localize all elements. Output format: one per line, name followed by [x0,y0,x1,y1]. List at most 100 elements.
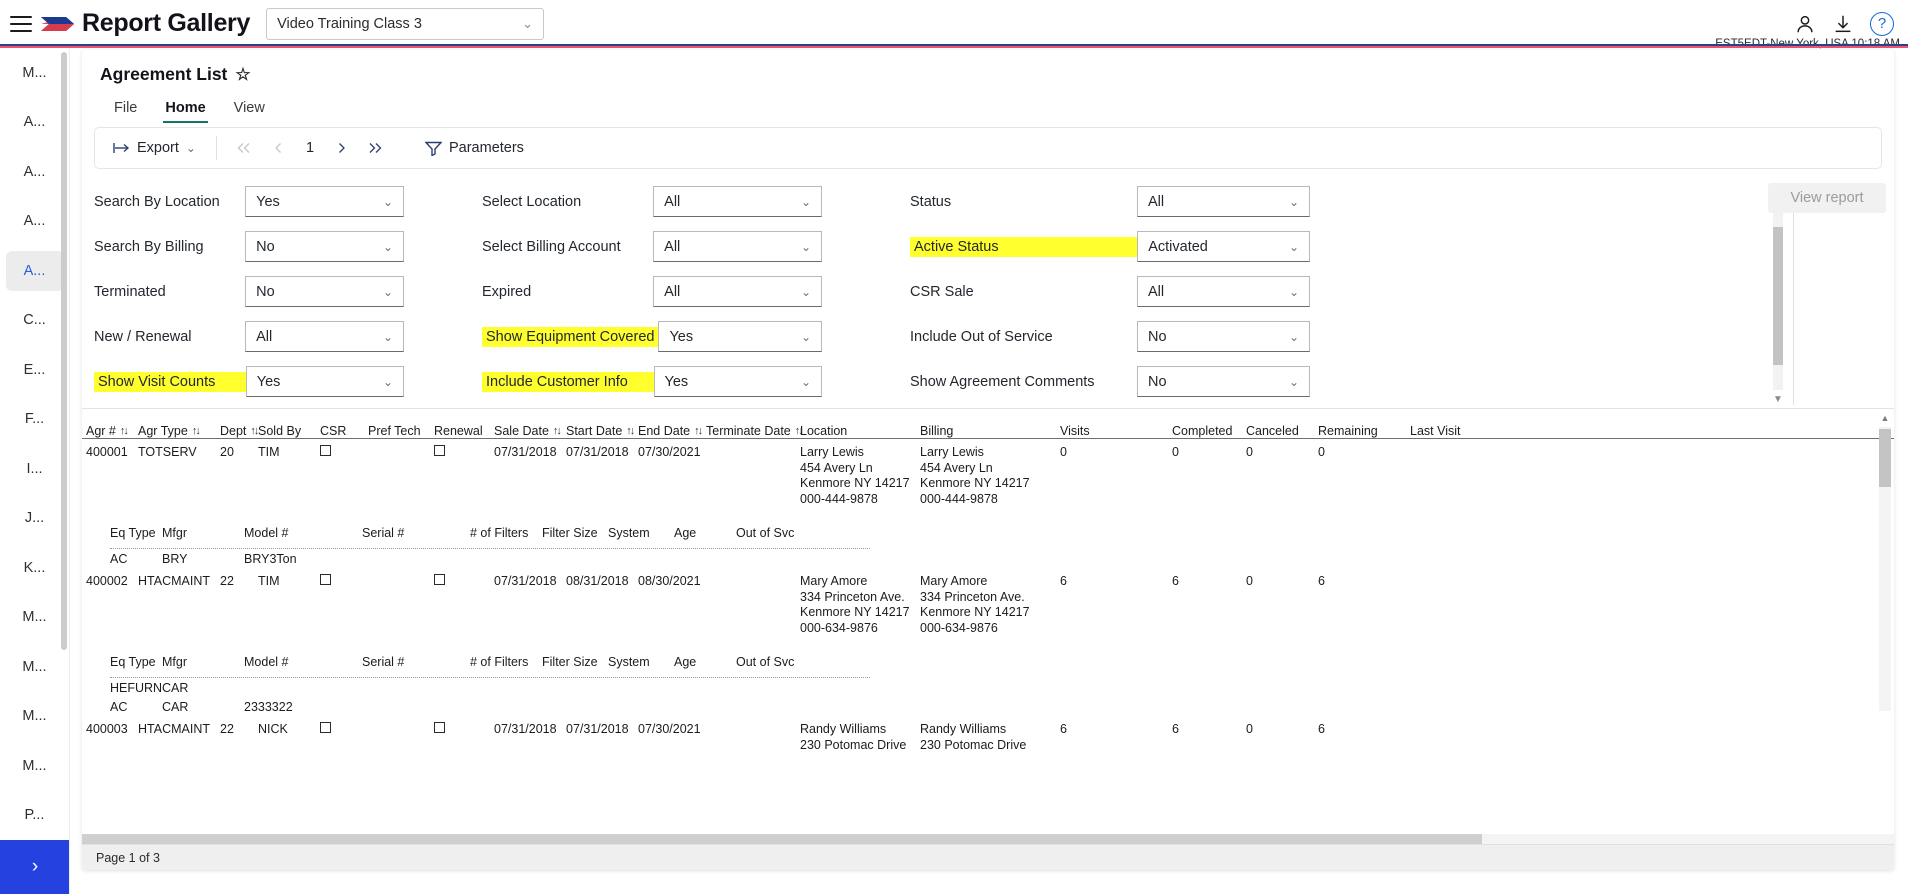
parameter-select[interactable]: Activated ⌄ [1137,231,1310,262]
page-number-input[interactable]: 1 [295,140,325,156]
class-selector[interactable]: Video Training Class 3 ⌄ [266,7,545,40]
export-button[interactable]: Export ⌄ [103,133,206,163]
toolbar-divider [215,136,217,160]
help-icon[interactable]: ? [1870,11,1894,36]
sidebar-expand-button[interactable]: › [0,840,69,894]
user-account-icon[interactable] [1794,13,1816,35]
parameters-scrollbar[interactable]: ▲ ▼ [1770,181,1786,406]
parameter-select[interactable]: All ⌄ [653,186,822,217]
tab-home[interactable]: Home [151,97,219,123]
sidebar-item-10[interactable]: K... [0,543,69,593]
sidebar-item-0[interactable]: M... [0,48,69,98]
chevron-down-icon: ⌄ [522,15,534,31]
equipment-cell: AC [110,699,128,714]
prev-page-button[interactable] [261,135,295,161]
sidebar-item-7[interactable]: F... [0,395,69,445]
parameter-select[interactable]: All ⌄ [653,276,822,307]
horizontal-scroll-thumb[interactable] [82,834,1482,844]
table-scroll-up-icon[interactable]: ▲ [1878,411,1892,425]
table-header-cell[interactable]: Agr # ↑↓ [86,424,138,438]
checkbox-icon[interactable] [320,445,331,456]
parameter-select[interactable]: All ⌄ [245,321,404,352]
parameter-row: CSR Sale All ⌄ [910,269,1310,314]
table-row[interactable]: 400002 HTACMAINT 22 TIM 07/31/2018 08/31/2018… [82,568,1894,636]
equipment-row: HEFURN CAR [82,678,1894,697]
table-header-cell[interactable]: Agr Type ↑↓ [138,424,220,438]
sidebar-item-5[interactable]: C... [0,296,69,346]
sidebar-item-11[interactable]: M... [0,593,69,643]
sidebar-item-3[interactable]: A... [0,197,69,247]
cell-agreement-type: HTACMAINT [138,574,210,588]
table-header-cell: Visits [1060,424,1172,438]
cell-end-date: 08/30/2021 [638,574,701,588]
sidebar-item-13[interactable]: M... [0,692,69,742]
sidebar-item-12[interactable]: M... [0,642,69,692]
sidebar-item-14[interactable]: M... [0,741,69,791]
sidebar-item-15[interactable]: P... [0,791,69,841]
parameter-select[interactable]: No ⌄ [245,276,404,307]
download-icon[interactable] [1832,13,1854,35]
hamburger-icon[interactable] [10,15,32,32]
sidebar-item-2[interactable]: A... [0,147,69,197]
checkbox-icon[interactable] [434,722,445,733]
parameter-select[interactable]: All ⌄ [1136,276,1310,307]
tab-view[interactable]: View [220,97,279,123]
sort-icon[interactable]: ↑↓ [192,425,201,437]
parameters-scroll-thumb[interactable] [1773,227,1783,365]
parameter-select[interactable]: No ⌄ [1136,321,1310,352]
sort-icon[interactable]: ↑↓ [250,425,259,437]
table-header-cell[interactable]: Dept ↑↓ [220,424,259,438]
checkbox-icon[interactable] [434,445,445,456]
table-header-label: Agr # [86,424,116,438]
parameter-select[interactable]: Yes ⌄ [245,366,404,397]
table-row[interactable]: 400003 HTACMAINT 22 NICK 07/31/2018 07/31/201… [82,716,1894,753]
parameter-row: Show Visit Counts Yes ⌄ [94,359,404,404]
parameters-button[interactable]: Parameters [415,133,534,163]
parameter-select[interactable]: No ⌄ [245,231,404,262]
parameter-select[interactable]: Yes ⌄ [245,186,404,217]
sort-icon[interactable]: ↑↓ [626,425,635,437]
table-header-cell[interactable]: Terminate Date ↑↓ [706,424,804,438]
table-scrollbar[interactable]: ▲ [1878,411,1892,711]
table-header-label: Billing [920,424,954,438]
sidebar-item-label: K... [23,559,46,576]
parameter-select[interactable]: No ⌄ [1136,366,1310,397]
sidebar-item-9[interactable]: J... [0,494,69,544]
parameter-value: All [664,193,681,210]
parameter-select[interactable]: Yes ⌄ [658,321,822,352]
favorite-star-icon[interactable]: ☆ [235,65,250,85]
equipment-header-cell: Mfgr [162,655,187,669]
parameter-select[interactable]: All ⌄ [653,231,822,262]
horizontal-scrollbar[interactable] [82,834,1894,844]
parameter-select[interactable]: All ⌄ [1136,186,1310,217]
next-page-button[interactable] [325,135,359,161]
cell-dept: 22 [220,574,234,588]
cell-agreement-type: HTACMAINT [138,722,210,736]
parameter-select[interactable]: Yes ⌄ [653,366,822,397]
sidebar-item-1[interactable]: A... [0,98,69,148]
parameter-value: No [256,283,275,300]
checkbox-icon[interactable] [434,574,445,585]
parameter-row: Status All ⌄ [910,179,1310,224]
table-header-cell[interactable]: End Date ↑↓ [638,424,706,438]
sidebar-item-4[interactable]: A... [0,246,69,296]
sort-icon[interactable]: ↑↓ [694,425,703,437]
table-header-cell: Remaining [1318,424,1410,438]
checkbox-icon[interactable] [320,722,331,733]
table-row[interactable]: 400001 TOTSERV 20 TIM 07/31/2018 07/31/2018 07… [82,439,1894,507]
equipment-header-cell: Filter Size [542,655,598,669]
checkbox-icon[interactable] [320,574,331,585]
table-header-cell[interactable]: Sale Date ↑↓ [494,424,566,438]
sidebar-scrollbar[interactable] [61,52,67,650]
table-scroll-thumb[interactable] [1879,429,1891,487]
table-header-cell[interactable]: Start Date ↑↓ [566,424,638,438]
scroll-down-icon[interactable]: ▼ [1770,392,1786,406]
tab-file[interactable]: File [100,97,151,123]
sort-icon[interactable]: ↑↓ [120,425,129,437]
view-report-button[interactable]: View report [1768,183,1886,213]
sort-icon[interactable]: ↑↓ [553,425,562,437]
sidebar-item-6[interactable]: E... [0,345,69,395]
sidebar-item-8[interactable]: I... [0,444,69,494]
last-page-button[interactable] [359,135,393,161]
first-page-button[interactable] [227,135,261,161]
